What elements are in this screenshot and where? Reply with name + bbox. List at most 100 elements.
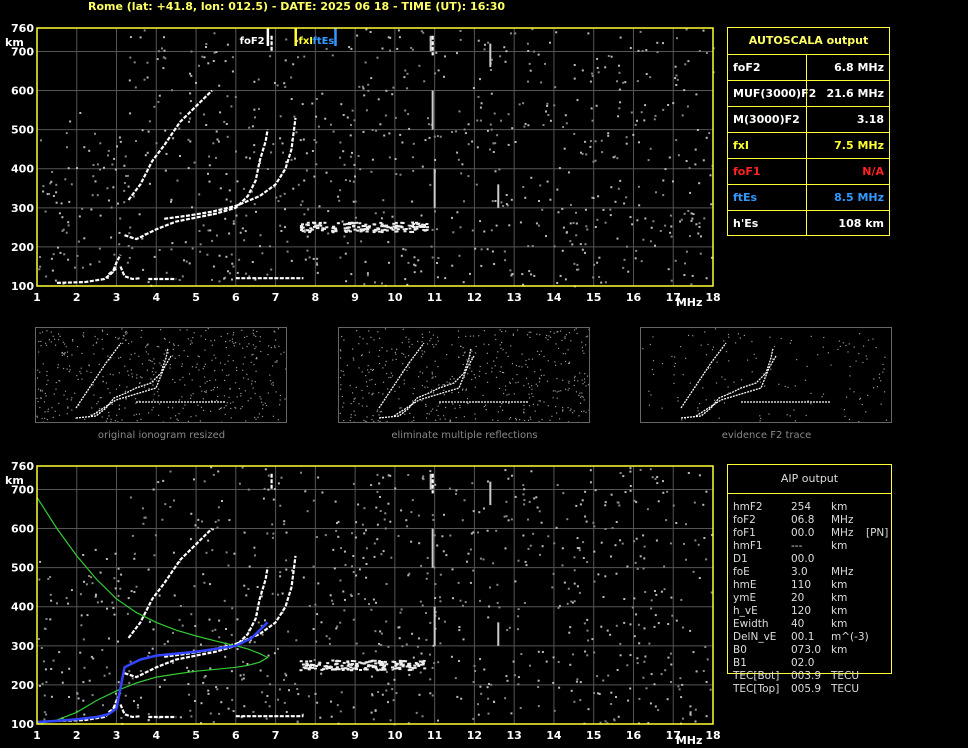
noise-dot <box>479 658 482 661</box>
noise-dot <box>259 669 262 672</box>
noise-dot <box>650 599 653 602</box>
thumb-noise <box>57 367 59 369</box>
thumb-noise <box>151 360 153 363</box>
thumb-noise <box>121 419 123 421</box>
noise-dot <box>257 78 260 81</box>
thumb-noise <box>285 388 286 391</box>
noise-dot <box>184 241 187 244</box>
thumb-noise <box>67 406 69 408</box>
noise-dot <box>58 212 61 215</box>
thumb-noise <box>70 399 72 401</box>
noise-dot <box>363 283 366 286</box>
noise-dot <box>96 194 99 197</box>
noise-dot <box>224 217 227 220</box>
noise-dot <box>710 203 713 206</box>
es-echo <box>327 665 331 668</box>
noise-dot <box>345 280 348 283</box>
noise-dot <box>505 50 508 53</box>
thumb-noise <box>228 396 230 398</box>
thumb-noise <box>376 410 378 413</box>
thumb-noise <box>102 380 104 382</box>
noise-dot <box>607 55 610 57</box>
thumb-noise <box>153 374 155 376</box>
thumb-noise <box>401 342 403 344</box>
thumb-noise <box>107 355 109 357</box>
noise-dot <box>407 261 410 264</box>
autoscala-row-ftes: ftEs 8.5 MHz <box>728 184 889 211</box>
noise-dot <box>60 202 63 205</box>
thumb-noise <box>404 356 407 358</box>
noise-dot <box>610 703 613 705</box>
thumb-noise <box>435 419 437 421</box>
thumb-noise <box>581 379 583 381</box>
noise-dot <box>591 119 594 122</box>
noise-dot <box>107 149 110 152</box>
noise-dot <box>408 673 411 676</box>
noise-dot <box>429 621 432 624</box>
noise-dot <box>456 695 459 698</box>
noise-dot <box>579 243 582 246</box>
thumb-noise <box>155 371 157 373</box>
thumb-noise <box>515 382 517 384</box>
thumb-noise <box>48 339 50 341</box>
thumb-noise <box>107 388 109 390</box>
thumb-noise <box>478 335 480 337</box>
thumb-noise <box>564 353 567 355</box>
noise-dot <box>439 596 441 599</box>
noise-dot <box>610 691 613 694</box>
noise-dot <box>649 468 652 471</box>
thumb-noise <box>253 364 255 366</box>
noise-dot <box>141 507 144 510</box>
thumb-noise <box>501 331 503 333</box>
thumb-noise <box>240 408 242 410</box>
aip-value: 06.8 <box>791 514 815 526</box>
thumb-noise <box>772 358 774 360</box>
thumb-noise <box>279 399 281 401</box>
thumb-noise <box>453 378 455 380</box>
noise-dot <box>341 220 344 223</box>
noise-dot <box>314 603 317 606</box>
thumb-noise <box>501 341 503 344</box>
caption-evidence: evidence F2 trace <box>721 430 812 441</box>
noise-dot <box>348 46 351 49</box>
thumb-noise <box>55 344 57 346</box>
noise-dot <box>404 109 407 112</box>
thumb-noise <box>371 393 373 395</box>
noise-dot <box>147 713 150 716</box>
thumb-noise <box>252 332 254 334</box>
noise-dot <box>656 476 659 478</box>
noise-dot <box>91 582 94 585</box>
thumb-noise <box>274 345 276 347</box>
noise-dot <box>431 514 434 517</box>
noise-dot <box>313 659 316 661</box>
noise-dot <box>545 235 547 238</box>
noise-dot <box>636 657 639 660</box>
noise-dot <box>489 123 492 126</box>
thumb-noise <box>709 367 711 369</box>
thumb-noise <box>471 357 473 359</box>
noise-dot <box>375 601 377 604</box>
es-echo <box>372 229 376 232</box>
thumb-noise <box>588 351 589 353</box>
es-echo <box>315 665 318 667</box>
thumb-noise <box>885 419 887 421</box>
thumb-noise <box>159 403 161 405</box>
thumb-noise <box>716 361 718 363</box>
thumb-noise <box>84 418 86 420</box>
thumb-noise <box>378 355 380 357</box>
thumb-noise <box>556 378 558 380</box>
noise-dot <box>455 130 457 133</box>
noise-dot <box>489 586 491 589</box>
noise-dot <box>444 55 446 58</box>
thumb-noise <box>192 393 194 395</box>
noise-dot <box>442 550 445 553</box>
thumb-noise <box>112 374 114 376</box>
thumb-noise <box>39 371 41 373</box>
noise-dot <box>635 249 638 252</box>
noise-dot <box>83 580 85 583</box>
noise-dot <box>693 501 696 504</box>
thumb-noise <box>158 388 160 390</box>
thumb-noise <box>497 411 499 413</box>
thumb-noise <box>145 346 147 348</box>
thumb-noise <box>131 376 133 378</box>
